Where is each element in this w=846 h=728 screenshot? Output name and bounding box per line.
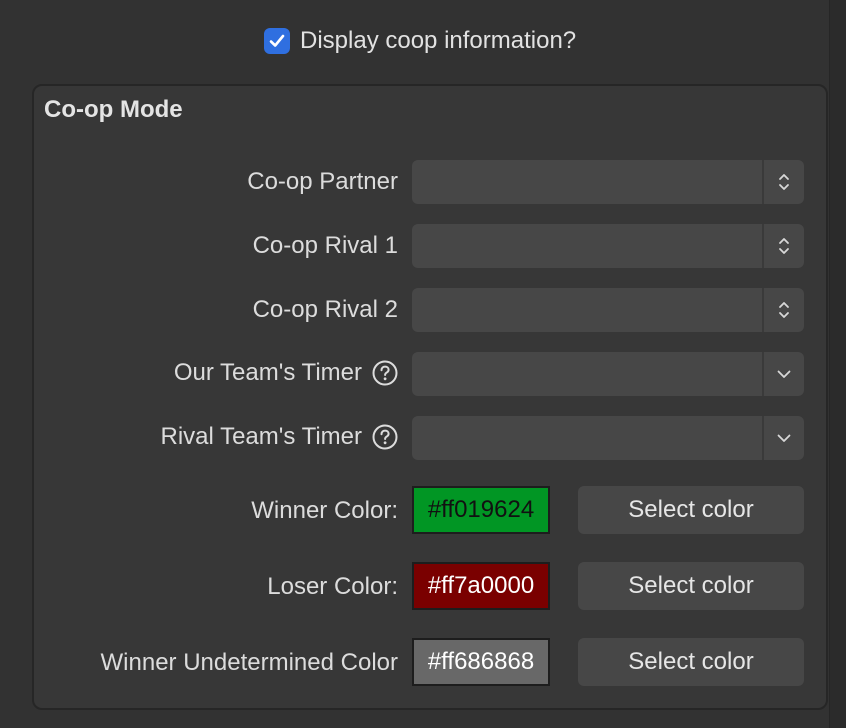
rival-team-timer-label-group: Rival Team's Timer xyxy=(160,423,398,451)
our-team-timer-label-group: Our Team's Timer xyxy=(174,359,398,387)
winner-color-swatch: #ff019624 xyxy=(412,486,550,534)
loser-color-label: Loser Color: xyxy=(267,573,398,600)
display-coop-label[interactable]: Display coop information? xyxy=(300,27,576,55)
chevron-down-icon[interactable] xyxy=(764,416,804,460)
loser-color-swatch: #ff7a0000 xyxy=(412,562,550,610)
coop-partner-combo[interactable] xyxy=(412,160,804,204)
coop-rival-1-combo[interactable] xyxy=(412,224,804,268)
coop-rival-1-row: Co-op Rival 1 xyxy=(34,224,830,268)
coop-rival-2-label: Co-op Rival 2 xyxy=(252,296,398,323)
loser-select-color-button[interactable]: Select color xyxy=(578,562,804,610)
rival-team-timer-label: Rival Team's Timer xyxy=(160,423,362,450)
winner-color-label: Winner Color: xyxy=(251,497,398,524)
scrollbar-track[interactable] xyxy=(829,0,846,728)
checkmark-icon xyxy=(269,34,285,47)
winner-select-color-button[interactable]: Select color xyxy=(578,486,804,534)
undetermined-select-color-button[interactable]: Select color xyxy=(578,638,804,686)
undetermined-color-label: Winner Undetermined Color xyxy=(100,649,398,676)
up-down-chevron-icon[interactable] xyxy=(764,224,804,268)
coop-mode-group: Co-op Mode Co-op Partner Co-op Rival 1 C… xyxy=(32,84,828,710)
undetermined-color-row: Winner Undetermined Color #ff686868 Sele… xyxy=(34,638,830,686)
question-mark-circle-icon[interactable] xyxy=(372,424,398,450)
our-team-timer-row: Our Team's Timer xyxy=(34,352,830,396)
loser-color-row: Loser Color: #ff7a0000 Select color xyxy=(34,562,830,610)
group-title: Co-op Mode xyxy=(44,96,183,123)
display-coop-checkbox[interactable] xyxy=(264,28,290,54)
coop-rival-2-row: Co-op Rival 2 xyxy=(34,288,830,332)
coop-rival-1-label: Co-op Rival 1 xyxy=(252,232,398,259)
our-team-timer-dropdown[interactable] xyxy=(412,352,804,396)
rival-team-timer-row: Rival Team's Timer xyxy=(34,416,830,460)
coop-partner-row: Co-op Partner xyxy=(34,160,830,204)
up-down-chevron-icon[interactable] xyxy=(764,160,804,204)
coop-rival-2-combo[interactable] xyxy=(412,288,804,332)
chevron-down-icon[interactable] xyxy=(764,352,804,396)
our-team-timer-label: Our Team's Timer xyxy=(173,359,362,386)
up-down-chevron-icon[interactable] xyxy=(764,288,804,332)
rival-team-timer-dropdown[interactable] xyxy=(412,416,804,460)
undetermined-color-swatch: #ff686868 xyxy=(412,638,550,686)
question-mark-circle-icon[interactable] xyxy=(372,360,398,386)
winner-color-row: Winner Color: #ff019624 Select color xyxy=(34,486,830,534)
display-coop-checkbox-row[interactable]: Display coop information? xyxy=(264,27,576,55)
coop-partner-label: Co-op Partner xyxy=(247,168,398,195)
